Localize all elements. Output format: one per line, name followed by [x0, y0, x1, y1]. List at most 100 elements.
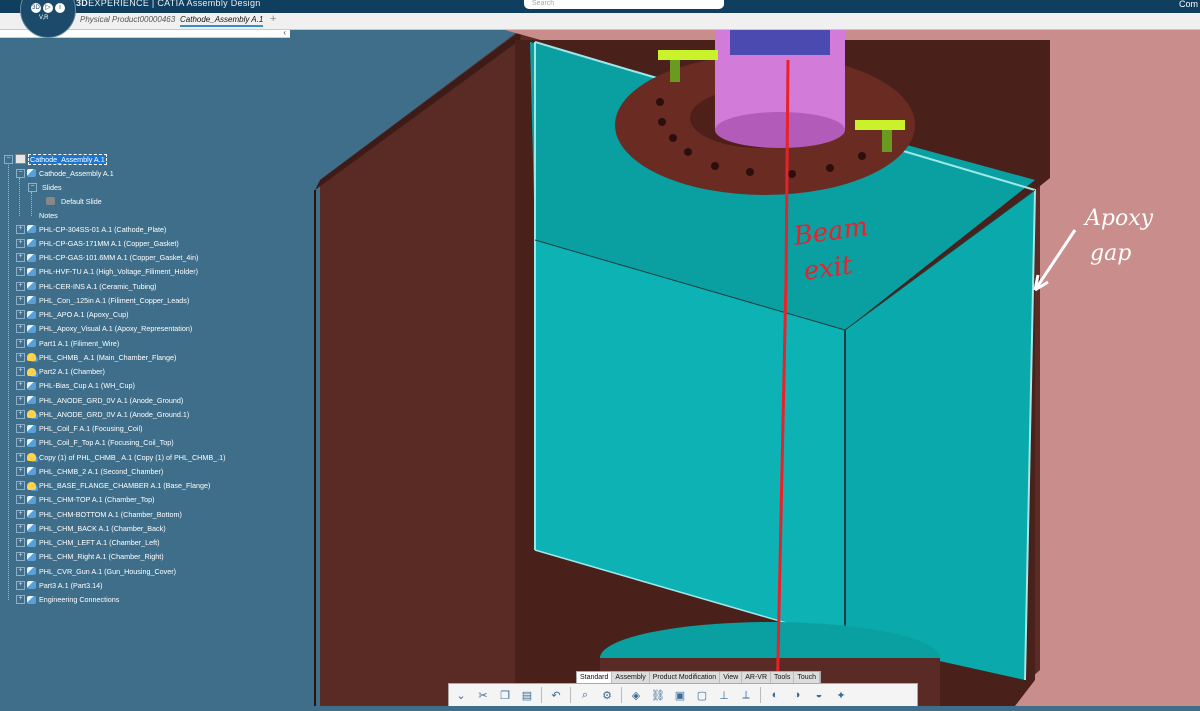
- tree-item[interactable]: + PHL_CVR_Gun A.1 (Gun_Housing_Cover): [16, 564, 176, 578]
- new-tab-button[interactable]: +: [270, 13, 276, 25]
- constraint-icon[interactable]: ⛓: [650, 687, 666, 703]
- tree-item[interactable]: + Part3 A.1 (Part3.14): [16, 578, 103, 592]
- product-icon[interactable]: ▣: [672, 687, 688, 703]
- tree-item[interactable]: + PHL_CHM_Right A.1 (Chamber_Right): [16, 550, 164, 564]
- tree-item[interactable]: + Part2 A.1 (Chamber): [16, 365, 105, 379]
- tree-node-slides[interactable]: − Slides: [28, 180, 62, 194]
- 3d-viewport[interactable]: Beam exit Apoxy gap: [290, 30, 1200, 707]
- tag-icon[interactable]: ◇: [718, 0, 724, 9]
- compass-icon[interactable]: ✦: [833, 687, 849, 703]
- expand-toggle[interactable]: +: [16, 466, 25, 476]
- tree-item[interactable]: + PHL_CHMB_2 A.1 (Second_Chamber): [16, 464, 163, 478]
- measure-icon[interactable]: ⟂: [738, 687, 754, 703]
- expand-toggle[interactable]: +: [16, 566, 25, 576]
- tree-item[interactable]: + PHL_CHMB_ A.1 (Main_Chamber_Flange): [16, 350, 176, 364]
- undo-icon[interactable]: ↶: [548, 687, 564, 703]
- paste-icon[interactable]: ▤: [519, 687, 535, 703]
- filter-icon[interactable]: ◒: [811, 687, 827, 703]
- expand-toggle[interactable]: +: [16, 224, 25, 234]
- expand-toggle[interactable]: +: [16, 481, 25, 490]
- expand-toggle[interactable]: +: [16, 595, 25, 604]
- expand-toggle[interactable]: +: [16, 523, 25, 533]
- tab-physical-product[interactable]: Physical Product00000463: [80, 15, 175, 24]
- expand-toggle[interactable]: +: [16, 253, 25, 262]
- tree-item[interactable]: + PHL_Coil_F A.1 (Focusing_Coil): [16, 422, 142, 436]
- part-icon: [27, 495, 36, 504]
- user-label[interactable]: Com: [1179, 0, 1198, 9]
- part-icon: [27, 253, 36, 262]
- tree-item[interactable]: + PHL-CP-GAS-171MM A.1 (Copper_Gasket): [16, 236, 179, 250]
- tree-root[interactable]: − Cathode_Assembly A.1: [4, 152, 107, 166]
- expand-toggle[interactable]: +: [16, 367, 25, 376]
- tree-item[interactable]: + PHL_APO A.1 (Apoxy_Cup): [16, 308, 129, 322]
- tree-node-notes[interactable]: Notes: [36, 208, 58, 222]
- compass-play-button[interactable]: ▷: [43, 3, 53, 13]
- apoxy-gap-line1: Apoxy: [1083, 206, 1154, 231]
- tree-item-label: PHL_CHMB_ A.1 (Main_Chamber_Flange): [39, 352, 177, 362]
- tree-item[interactable]: + Copy (1) of PHL_CHMB_ A.1 (Copy (1) of …: [16, 450, 226, 464]
- tree-item[interactable]: + PHL-HVF-TU A.1 (High_Voltage_Filiment_H…: [16, 265, 198, 279]
- expand-toggle[interactable]: +: [16, 395, 25, 405]
- expand-toggle[interactable]: +: [16, 438, 25, 448]
- tree-item[interactable]: + PHL_ANODE_GRD_0V A.1 (Anode_Ground.1): [16, 407, 189, 421]
- settings-icon[interactable]: ⚙: [599, 687, 615, 703]
- expand-toggle[interactable]: +: [16, 580, 25, 590]
- tree-item-label: PHL-HVF-TU A.1 (High_Voltage_Filiment_Ho…: [39, 267, 198, 277]
- expand-toggle[interactable]: +: [16, 409, 25, 419]
- expand-toggle[interactable]: −: [16, 168, 25, 178]
- zoom-icon[interactable]: ⌕: [577, 687, 593, 703]
- expand-toggle[interactable]: +: [16, 538, 25, 547]
- expand-toggle[interactable]: +: [16, 552, 25, 562]
- clash-icon[interactable]: ◐: [767, 687, 783, 703]
- expand-toggle[interactable]: −: [4, 154, 13, 164]
- expand-toggle[interactable]: +: [16, 324, 25, 334]
- expand-toggle[interactable]: +: [16, 295, 25, 305]
- tree-item[interactable]: + PHL_CHM_BACK A.1 (Chamber_Back): [16, 521, 166, 535]
- tree-item[interactable]: + PHL_BASE_FLANGE_CHAMBER A.1 (Base_Flang…: [16, 479, 210, 493]
- part-icon: [27, 267, 36, 276]
- copy-icon[interactable]: ❐: [497, 687, 513, 703]
- part-icon: [27, 396, 36, 404]
- collapse-tree-icon[interactable]: ‹: [283, 28, 286, 37]
- assembly-model-view[interactable]: Beam exit Apoxy gap: [290, 30, 1200, 707]
- tree-item[interactable]: + Engineering Connections: [16, 593, 119, 607]
- expand-toggle[interactable]: +: [16, 495, 25, 505]
- compass-3d-button[interactable]: 3D: [31, 3, 41, 13]
- tree-item-label: PHL_CHM_Right A.1 (Chamber_Right): [39, 552, 164, 562]
- tree-item[interactable]: + PHL-CP-GAS-101.6MM A.1 (Copper_Gasket_4…: [16, 251, 198, 265]
- tree-item[interactable]: + PHL-Bias_Cup A.1 (WH_Cup): [16, 379, 135, 393]
- explode-icon[interactable]: ◈: [628, 687, 644, 703]
- tree-item[interactable]: + PHL_CHM_LEFT A.1 (Chamber_Left): [16, 536, 160, 550]
- expand-toggle[interactable]: +: [16, 267, 25, 277]
- section-icon[interactable]: ◑: [789, 687, 805, 703]
- tree-node-child[interactable]: − Cathode_Assembly A.1: [16, 166, 114, 180]
- expand-toggle[interactable]: +: [16, 338, 25, 348]
- expand-toggle[interactable]: +: [16, 452, 25, 462]
- tree-item[interactable]: + PHL_Apoxy_Visual A.1 (Apoxy_Representat…: [16, 322, 192, 336]
- tree-item[interactable]: + PHL_CHM-TOP A.1 (Chamber_Top): [16, 493, 155, 507]
- tree-item[interactable]: + PHL_CHM-BOTTOM A.1 (Chamber_Bottom): [16, 507, 182, 521]
- tree-item[interactable]: + PHL_Con_.125in A.1 (Filiment_Copper_Lea…: [16, 293, 189, 307]
- tree-node-default-slide[interactable]: Default Slide: [46, 194, 102, 208]
- cut-icon[interactable]: ✂: [475, 687, 491, 703]
- box-icon[interactable]: ▢: [694, 687, 710, 703]
- expand-toggle[interactable]: +: [16, 281, 25, 291]
- expand-toggle[interactable]: +: [16, 381, 25, 391]
- tree-item[interactable]: + Part1 A.1 (Filiment_Wire): [16, 336, 119, 350]
- compass-info-button[interactable]: i: [55, 3, 65, 13]
- tab-cathode-assembly[interactable]: Cathode_Assembly A.1: [180, 15, 264, 27]
- tree-item[interactable]: + PHL_Coil_F_Top A.1 (Focusing_Coil_Top): [16, 436, 174, 450]
- axis-icon[interactable]: ⊥: [716, 687, 732, 703]
- tree-item[interactable]: + PHL-CP-304SS-01 A.1 (Cathode_Plate): [16, 222, 166, 236]
- chevron-down-icon[interactable]: ⌄: [453, 687, 469, 703]
- expand-toggle[interactable]: +: [16, 352, 25, 362]
- expand-toggle[interactable]: +: [16, 424, 25, 433]
- expand-toggle[interactable]: +: [16, 238, 25, 248]
- expand-toggle[interactable]: −: [28, 182, 37, 192]
- expand-toggle[interactable]: +: [16, 310, 25, 319]
- tree-item[interactable]: + PHL-CER-INS A.1 (Ceramic_Tubing): [16, 279, 157, 293]
- expand-toggle[interactable]: +: [16, 509, 25, 519]
- tree-item[interactable]: + PHL_ANODE_GRD_0V A.1 (Anode_Ground): [16, 393, 183, 407]
- part-icon: [27, 467, 36, 476]
- search-input[interactable]: Search: [524, 0, 724, 9]
